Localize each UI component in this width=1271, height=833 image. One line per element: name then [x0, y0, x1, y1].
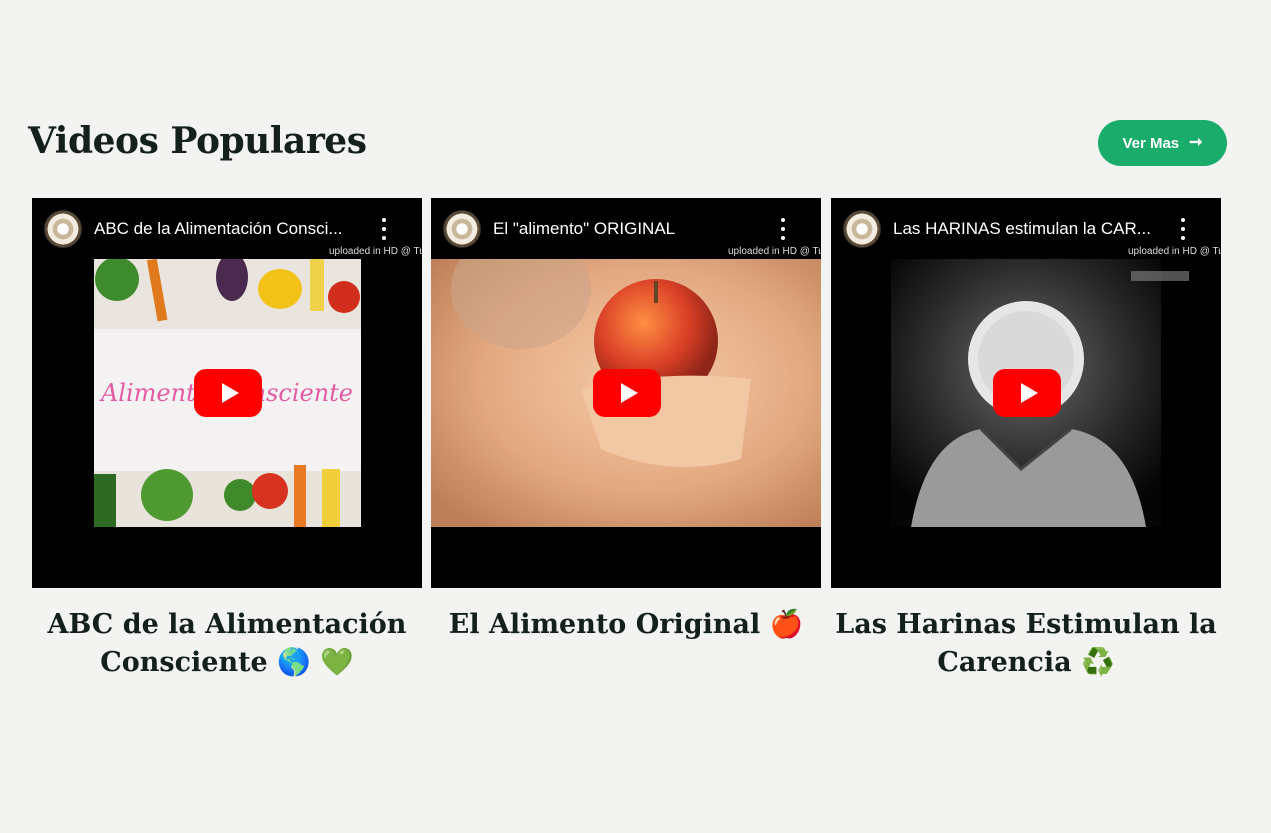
arrow-right-icon: ➞ — [1189, 134, 1203, 151]
ver-mas-label: Ver Mas — [1122, 134, 1180, 152]
channel-avatar[interactable] — [44, 210, 82, 248]
play-button-icon[interactable] — [993, 369, 1061, 417]
video-caption[interactable]: ABC de la Alimentación Consciente 🌎 💚 — [32, 606, 422, 682]
ver-mas-button[interactable]: Ver Mas ➞ — [1098, 120, 1227, 166]
player-title[interactable]: ABC de la Alimentación Consci... — [94, 219, 364, 239]
player-title[interactable]: Las HARINAS estimulan la CAR... — [893, 219, 1163, 239]
play-button-icon[interactable] — [194, 369, 262, 417]
player-title[interactable]: El "alimento" ORIGINAL — [493, 219, 763, 239]
player-top-bar: El "alimento" ORIGINAL uploaded in HD @ … — [431, 198, 821, 259]
more-options-icon[interactable] — [378, 218, 390, 240]
videos-header: Videos Populares Ver Mas ➞ — [28, 117, 1227, 167]
channel-avatar[interactable] — [843, 210, 881, 248]
channel-avatar[interactable] — [443, 210, 481, 248]
video-player[interactable]: Alimento Consciente ABC de la Alimentaci… — [32, 198, 422, 588]
video-player[interactable]: El "alimento" ORIGINAL uploaded in HD @ … — [431, 198, 821, 588]
video-card: Alimento Consciente ABC de la Alimentaci… — [32, 198, 422, 682]
video-caption[interactable]: Las Harinas Estimulan la Carencia ♻️ — [831, 606, 1221, 682]
more-options-icon[interactable] — [777, 218, 789, 240]
video-player[interactable]: Las HARINAS estimulan la CAR... uploaded… — [831, 198, 1221, 588]
uploaded-note: uploaded in HD @ Tun — [728, 246, 821, 257]
play-button-icon[interactable] — [593, 369, 661, 417]
uploaded-note: uploaded in HD @ Tun — [329, 246, 422, 257]
more-options-icon[interactable] — [1177, 218, 1189, 240]
video-card: El "alimento" ORIGINAL uploaded in HD @ … — [431, 198, 821, 644]
video-card: Las HARINAS estimulan la CAR... uploaded… — [831, 198, 1221, 682]
section-title: Videos Populares — [28, 120, 367, 162]
player-top-bar: Las HARINAS estimulan la CAR... uploaded… — [831, 198, 1221, 259]
video-caption[interactable]: El Alimento Original 🍎 — [431, 606, 821, 644]
player-top-bar: ABC de la Alimentación Consci... uploade… — [32, 198, 422, 259]
uploaded-note: uploaded in HD @ Tun — [1128, 246, 1221, 257]
